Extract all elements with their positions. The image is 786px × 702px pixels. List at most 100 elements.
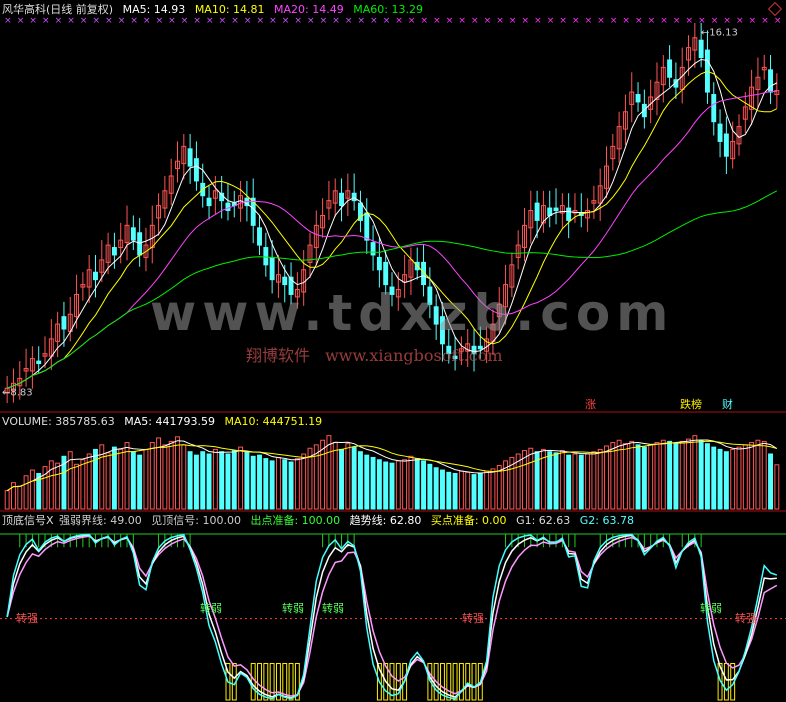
- signal-x-mark: ×: [181, 16, 189, 26]
- signal-x-mark: ×: [534, 16, 542, 26]
- indicator-name: 顶底信号X: [2, 514, 54, 527]
- volume-bar: [761, 440, 767, 510]
- volume-bar: [635, 444, 641, 510]
- volume-bar: [572, 453, 578, 510]
- volume-bar: [408, 455, 414, 510]
- signal-x-mark: ×: [711, 16, 719, 26]
- volume-bar: [698, 439, 704, 510]
- signal-x-mark: ×: [686, 16, 694, 26]
- ma10-value: MA10: 14.81: [194, 3, 265, 16]
- volume-bar: [629, 440, 635, 510]
- vol-ma10-value: MA10: 444751.19: [224, 415, 323, 428]
- signal-x-mark: ×: [17, 16, 25, 26]
- volume-bar: [553, 452, 559, 510]
- volume-bar: [604, 445, 609, 510]
- volume-bar: [212, 448, 218, 510]
- signal-x-mark: ×: [219, 16, 227, 26]
- signal-x-mark: ×: [307, 16, 315, 26]
- volume-bar: [465, 471, 471, 510]
- top-signal-value: 见顶信号: 100.00: [151, 514, 241, 527]
- buy-prep-block: [465, 662, 471, 701]
- volume-bar: [383, 461, 389, 510]
- volume-bar: [641, 446, 647, 510]
- volume-bar: [275, 456, 281, 510]
- volume-bar: [440, 469, 445, 510]
- ma5-value: MA5: 14.93: [122, 3, 186, 16]
- volume-bar: [257, 454, 262, 510]
- candle-body: [698, 39, 704, 58]
- volume-bar: [610, 442, 616, 510]
- volume-bar: [711, 446, 717, 510]
- buy-prep-value: 买点准备: 0.00: [430, 514, 507, 527]
- price-header: 风华高科(日线 前复权) MA5: 14.93 MA10: 14.81 MA20…: [2, 3, 429, 17]
- volume-bar: [768, 453, 773, 510]
- volume-bar: [74, 463, 80, 510]
- volume-bar: [294, 458, 300, 510]
- volume-bar: [723, 451, 729, 510]
- volume-bar: [484, 470, 490, 510]
- signal-x-mark: ×: [774, 16, 782, 26]
- volume-bar: [774, 464, 780, 510]
- volume-bar: [168, 440, 174, 510]
- g1-line: [6, 533, 778, 700]
- signal-label: 转强: [16, 611, 38, 625]
- volume-bar: [376, 459, 382, 510]
- signal-x-mark: ×: [143, 16, 151, 26]
- volume-bar: [736, 446, 742, 510]
- signal-x-mark: ×: [357, 16, 365, 26]
- volume-bar: [162, 444, 168, 510]
- candle-body: [723, 133, 729, 157]
- signal-x-mark: ×: [320, 16, 328, 26]
- signal-x-mark: ×: [156, 16, 164, 26]
- signal-label: 转强: [735, 611, 757, 625]
- candle-body: [130, 227, 136, 241]
- candle-body: [635, 94, 641, 103]
- candle-body: [339, 192, 344, 207]
- signal-x-mark: ×: [484, 16, 492, 26]
- signal-x-mark: ×: [749, 16, 757, 26]
- signal-x-mark: ×: [118, 16, 126, 26]
- volume-bar: [55, 462, 61, 510]
- signal-x-mark: ×: [559, 16, 567, 26]
- strong-weak-line-value: 强弱界线: 49.00: [59, 514, 142, 527]
- volume-bar: [717, 448, 723, 510]
- signal-x-mark: ×: [4, 16, 12, 26]
- volume-bar: [427, 463, 433, 510]
- signal-x-mark: ×: [572, 16, 580, 26]
- watermark-company-name: 翔博软件: [246, 346, 311, 365]
- signal-x-mark: ×: [193, 16, 201, 26]
- signal-x-mark: ×: [332, 16, 340, 26]
- volume-bar: [105, 452, 111, 510]
- volume-bar: [749, 442, 755, 510]
- volume-bar: [80, 459, 86, 510]
- candle-body: [187, 148, 193, 167]
- signal-x-mark: ×: [648, 16, 656, 26]
- volume-bar: [326, 435, 332, 510]
- volume-bar: [137, 454, 143, 510]
- volume-bar: [421, 460, 427, 510]
- volume-bar: [332, 442, 338, 510]
- stock-title: 风华高科(日线 前复权): [2, 3, 114, 16]
- candle-body: [269, 256, 275, 281]
- volume-bar: [143, 448, 149, 510]
- volume-bar: [458, 470, 464, 510]
- signal-label: 转弱: [282, 601, 304, 615]
- volume-value: VOLUME: 385785.63: [2, 415, 115, 428]
- candle-body: [61, 316, 67, 330]
- signal-x-mark: ×: [446, 16, 454, 26]
- volume-bar: [339, 448, 344, 510]
- signal-x-mark: ×: [421, 16, 429, 26]
- volume-bar: [402, 459, 408, 510]
- volume-bar: [4, 490, 10, 510]
- volume-bar: [187, 451, 193, 510]
- volume-bar: [471, 474, 477, 510]
- volume-bar: [93, 448, 98, 510]
- volume-bar: [175, 436, 180, 510]
- ma20-value: MA20: 14.49: [274, 3, 344, 16]
- candle-body: [36, 360, 42, 365]
- volume-bar: [288, 461, 294, 510]
- candle-body: [534, 202, 540, 221]
- volume-bar: [395, 460, 401, 510]
- signal-x-mark: ×: [723, 16, 731, 26]
- volume-bar: [559, 450, 565, 510]
